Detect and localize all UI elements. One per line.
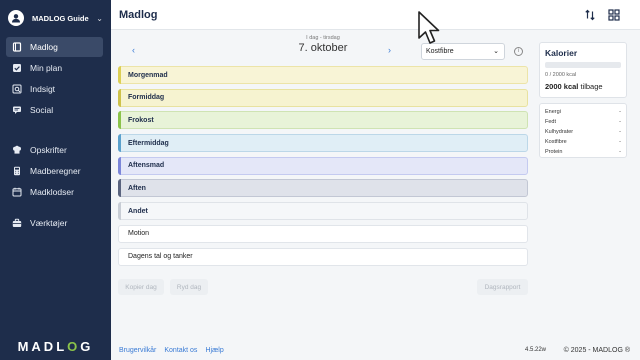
calories-title: Kalorier [545,48,578,58]
meal-row-frokost[interactable]: Frokost [118,111,528,130]
book-icon [12,42,22,52]
meal-row-aftensmad[interactable]: Aftensmad [118,156,528,175]
nutrient-row: Kulhydrater - [545,129,621,135]
terms-link[interactable]: Brugervilkår [119,347,156,354]
page-title: Madlog [119,8,158,21]
user-menu[interactable]: MADLOG Guide ⌄ [0,0,111,36]
meal-row-formiddag[interactable]: Formiddag [118,88,528,107]
meal-label: Aftensmad [128,162,165,170]
meal-label: Andet [128,207,148,215]
sidebar-item-label: Madlog [30,42,58,52]
meal-label: Motion [128,230,150,238]
chef-hat-icon [12,145,22,155]
app-version: 4.5.22w [524,347,546,353]
user-avatar-icon [8,10,24,26]
copy-day-button[interactable]: Kopier dag [118,279,164,295]
calories-remaining: 2000 kcal tilbage [545,82,603,91]
info-icon[interactable]: i [514,47,523,56]
meal-list: Morgenmad Formiddag Frokost Eftermiddag … [118,66,528,270]
grid-icon[interactable] [608,9,620,21]
nutrients-card: Energi - Fedt - Kulhydrater - Kostfibre - Pr… [539,103,627,158]
user-name: MADLOG Guide [32,13,89,23]
sidebar-item-label: Social [30,105,54,115]
meal-label: Formiddag [128,94,165,102]
sidebar-item-label: Indsigt [30,84,56,94]
meal-row-morgenmad[interactable]: Morgenmad [118,66,528,84]
meal-label: Dagens tal og tanker [128,253,193,260]
calendar-icon [12,187,22,197]
sidebar-item-opskrifter[interactable]: Opskrifter [6,140,103,160]
nutrient-row: Protein - [545,149,621,155]
meal-label: Morgenmad [128,71,168,79]
madlog-logo: MADLOG [17,339,94,354]
insight-icon [12,84,22,94]
meal-row-eftermiddag[interactable]: Eftermiddag [118,134,528,153]
sidebar-item-label: Madberegner [30,166,81,176]
chevron-down-icon: ⌄ [493,48,499,55]
clear-day-button[interactable]: Ryd dag [170,279,208,295]
meal-row-aften[interactable]: Aften [118,179,528,198]
sidebar-item-madberegner[interactable]: Madberegner [6,161,103,181]
toolbox-icon [12,218,22,228]
meal-row-motion[interactable]: Motion [118,224,528,243]
sidebar-item-label: Opskrifter [30,145,67,155]
meal-row-dagens-tal[interactable]: Dagens tal og tanker [118,247,528,266]
calories-progress-text: 0 / 2000 kcal [545,72,577,78]
sort-icon[interactable] [584,9,596,21]
calculator-icon [12,166,22,176]
sidebar-item-madklodser[interactable]: Madklodser [6,182,103,202]
chevron-down-icon: ⌄ [96,13,103,23]
checkbox-icon [12,63,22,73]
sidebar-item-madlog[interactable]: Madlog [6,37,103,57]
sidebar-item-label: Madklodser [30,187,74,197]
meal-label: Eftermiddag [128,139,169,147]
contact-link[interactable]: Kontakt os [164,347,197,354]
nutrient-row: Fedt - [545,119,621,125]
sidebar-item-social[interactable]: Social [6,100,103,120]
date-subtitle: I dag - tirsdag [306,35,340,41]
nutrient-row: Kostfibre - [545,139,621,145]
sidebar-item-label: Værktøjer [30,218,68,228]
sidebar-item-label: Min plan [30,63,63,73]
calories-progress-bar [545,62,621,68]
meal-label: Aften [128,184,146,192]
nutrient-select-value: Kostfibre [426,48,454,55]
day-report-button[interactable]: Dagsrapport [477,279,528,295]
sidebar-item-indsigt[interactable]: Indsigt [6,79,103,99]
calories-card: Kalorier 0 / 2000 kcal 2000 kcal tilbage [539,42,627,98]
sidebar-item-vaerktoejer[interactable]: Værktøjer [6,213,103,233]
help-link[interactable]: Hjælp [205,347,223,354]
sidebar-nav: Madlog Min plan Indsigt Social Opskrifte… [0,37,111,233]
sidebar-item-min-plan[interactable]: Min plan [6,58,103,78]
footer: Brugervilkår Kontakt os Hjælp 4.5.22w © … [111,340,640,360]
page-header: Madlog [111,0,640,30]
sidebar: MADLOG Guide ⌄ Madlog Min plan Indsigt S… [0,0,111,360]
meal-label: Frokost [128,116,154,124]
next-day-button[interactable]: › [388,45,391,55]
social-icon [12,105,22,115]
mouse-pointer-icon [418,11,440,44]
nutrient-row: Energi - [545,109,621,115]
copyright: © 2025 - MADLOG ® [563,346,630,354]
meal-row-andet[interactable]: Andet [118,202,528,221]
